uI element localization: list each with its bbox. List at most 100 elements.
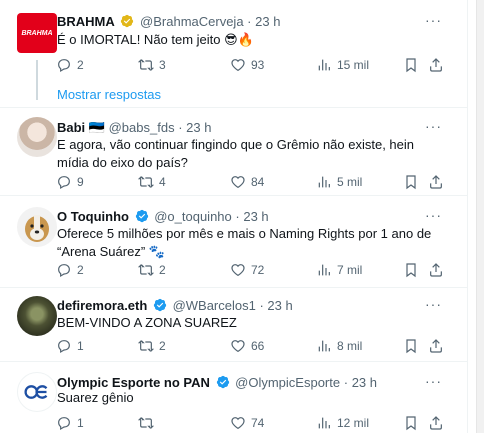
tweet-feed: BRAHMA BRAHMA @BrahmaCerveja · 23 h ··· … [0, 0, 468, 433]
tweet-text: BEM-VINDO A ZONA SUAREZ [57, 315, 237, 330]
views-button[interactable]: 12 mil [316, 413, 369, 433]
bookmark-button[interactable] [403, 172, 419, 192]
timestamp[interactable]: 23 h [243, 209, 268, 224]
avatar[interactable] [17, 207, 57, 247]
tweet[interactable]: BRAHMA BRAHMA @BrahmaCerveja · 23 h ··· … [0, 0, 468, 108]
user-handle[interactable]: @babs_fds [109, 120, 175, 135]
more-icon[interactable]: ··· [425, 296, 442, 312]
like-icon [231, 176, 245, 189]
brahma-logo: BRAHMA [21, 29, 53, 37]
reply-button[interactable]: 2 [56, 55, 84, 75]
share-icon [430, 58, 442, 72]
display-name[interactable]: Babi 🇪🇪 [57, 120, 105, 135]
bookmark-button[interactable] [403, 260, 419, 280]
retweet-count: 2 [159, 263, 166, 277]
thread-line [36, 60, 38, 100]
reply-count: 9 [77, 175, 84, 189]
timestamp[interactable]: 23 h [352, 375, 377, 390]
like-button[interactable]: 93 [230, 55, 264, 75]
views-button[interactable]: 8 mil [316, 336, 362, 356]
retweet-button[interactable]: 3 [138, 55, 166, 75]
views-button[interactable]: 7 mil [316, 260, 362, 280]
like-button[interactable]: 74 [230, 413, 264, 433]
timestamp[interactable]: 23 h [267, 298, 292, 313]
bookmark-icon [406, 175, 416, 190]
timestamp[interactable]: 23 h [186, 120, 211, 135]
tweet[interactable]: defiremora.eth @WBarcelos1 · 23 h ··· BE… [0, 288, 468, 362]
avatar[interactable] [17, 372, 57, 412]
views-button[interactable]: 5 mil [316, 172, 362, 192]
display-name[interactable]: O Toquinho [57, 209, 129, 224]
retweet-button[interactable]: 2 [138, 260, 166, 280]
share-button[interactable] [428, 260, 444, 280]
scrollbar[interactable] [476, 0, 484, 433]
views-count: 12 mil [337, 416, 370, 430]
more-icon[interactable]: ··· [425, 12, 442, 28]
tweet[interactable]: Olympic Esporte no PAN @OlympicEsporte ·… [0, 362, 468, 433]
retweet-count: 3 [159, 58, 166, 72]
retweet-button[interactable] [138, 413, 159, 433]
display-name[interactable]: defiremora.eth [57, 298, 147, 313]
bookmark-icon [406, 58, 416, 73]
retweet-button[interactable]: 2 [138, 336, 166, 356]
reply-icon [58, 340, 70, 354]
views-icon [318, 340, 330, 352]
display-name[interactable]: BRAHMA [57, 14, 115, 29]
action-bar: 1 2 66 8 mil [50, 336, 450, 356]
user-handle[interactable]: @BrahmaCerveja [140, 14, 244, 29]
bookmark-icon [406, 263, 416, 278]
reply-count: 2 [77, 263, 84, 277]
tweet-header: Babi 🇪🇪 @babs_fds · 23 h [57, 120, 211, 136]
views-count: 5 mil [337, 175, 363, 189]
retweet-icon [138, 176, 154, 188]
views-count: 15 mil [337, 58, 370, 72]
verified-badge-icon [216, 375, 229, 389]
user-handle[interactable]: @WBarcelos1 [173, 298, 256, 313]
reply-button[interactable]: 9 [56, 172, 84, 192]
avatar[interactable] [17, 117, 57, 157]
like-button[interactable]: 84 [230, 172, 264, 192]
like-button[interactable]: 66 [230, 336, 264, 356]
more-icon[interactable]: ··· [425, 118, 442, 134]
more-icon[interactable]: ··· [425, 207, 442, 223]
tweet-text: É o IMORTAL! Não tem jeito 😎🔥 [57, 32, 254, 47]
like-count: 72 [251, 263, 265, 277]
display-name[interactable]: Olympic Esporte no PAN [57, 375, 210, 390]
avatar[interactable] [17, 296, 57, 336]
separator-dot: · [247, 14, 256, 29]
bookmark-button[interactable] [403, 413, 419, 433]
avatar[interactable]: BRAHMA [17, 13, 57, 53]
more-icon[interactable]: ··· [425, 373, 442, 389]
reply-button[interactable]: 1 [56, 413, 84, 433]
views-button[interactable]: 15 mil [316, 55, 369, 75]
bookmark-button[interactable] [403, 55, 419, 75]
reply-button[interactable]: 1 [56, 336, 84, 356]
retweet-button[interactable]: 4 [138, 172, 166, 192]
retweet-icon [138, 340, 154, 352]
timestamp[interactable]: 23 h [255, 14, 280, 29]
tweet[interactable]: Babi 🇪🇪 @babs_fds · 23 h ··· E agora, vã… [0, 108, 468, 196]
retweet-count: 4 [159, 175, 166, 189]
reply-button[interactable]: 2 [56, 260, 84, 280]
share-button[interactable] [428, 172, 444, 192]
action-bar: 1 74 12 mil [50, 413, 450, 433]
user-handle[interactable]: @OlympicEsporte [235, 375, 340, 390]
like-button[interactable]: 72 [230, 260, 264, 280]
retweet-icon [138, 417, 154, 429]
reply-icon [58, 59, 70, 73]
views-icon [318, 59, 330, 71]
show-replies-link[interactable]: Mostrar respostas [57, 87, 161, 102]
share-button[interactable] [428, 55, 444, 75]
bookmark-button[interactable] [403, 336, 419, 356]
retweet-count: 2 [159, 339, 166, 353]
tweet[interactable]: O Toquinho @o_toquinho · 23 h ··· Oferec… [0, 196, 468, 288]
share-button[interactable] [428, 336, 444, 356]
like-count: 74 [251, 416, 265, 430]
user-handle[interactable]: @o_toquinho [154, 209, 232, 224]
like-icon [231, 340, 245, 353]
share-button[interactable] [428, 413, 444, 433]
tweet-header: O Toquinho @o_toquinho · 23 h [57, 209, 269, 225]
reply-count: 1 [77, 416, 84, 430]
reply-count: 1 [77, 339, 84, 353]
like-icon [231, 59, 245, 72]
